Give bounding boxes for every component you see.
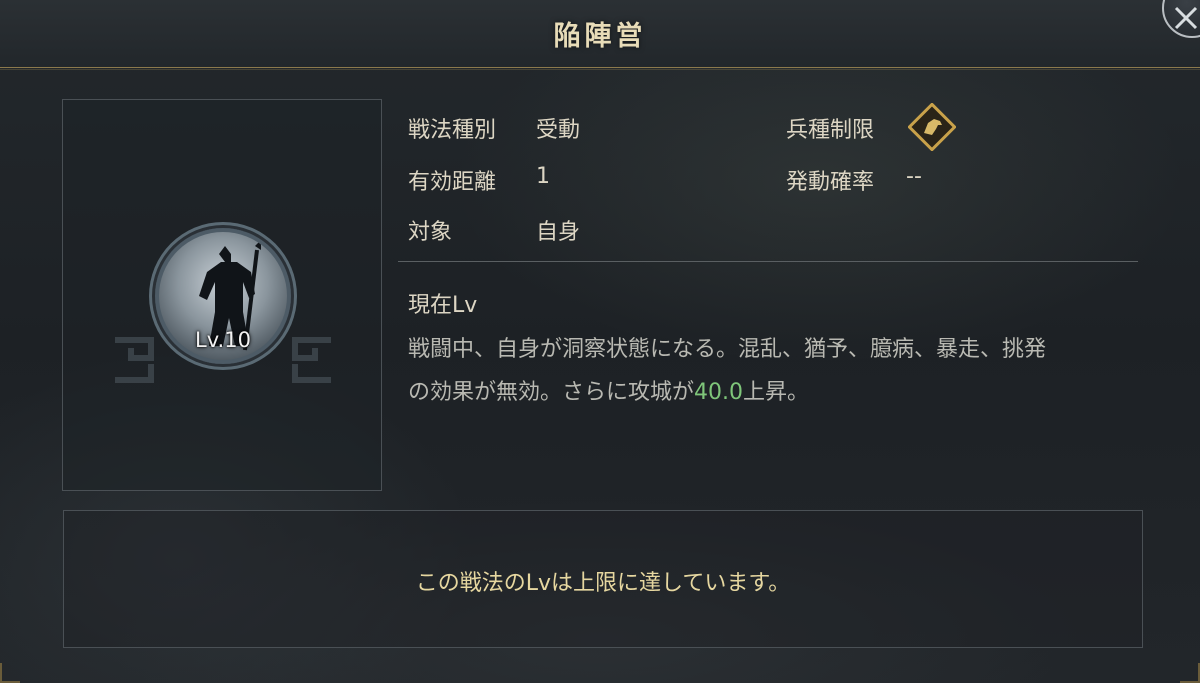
description-text-post: 上昇。	[743, 380, 810, 405]
frame-corner	[0, 663, 20, 683]
target-value: 自身	[536, 220, 581, 245]
skill-type-label: 戦法種別	[408, 118, 497, 143]
current-level-heading: 現在Lv	[408, 293, 478, 318]
target-label: 対象	[408, 220, 453, 245]
max-level-message: この戦法のLvは上限に達しています。	[415, 571, 791, 596]
skill-icon-panel: Lv.10	[62, 99, 382, 491]
title-bar: 陥陣営	[0, 0, 1200, 70]
description-line-1: 戦闘中、自身が洞察状態になる。混乱、猶予、臆病、暴走、挑発	[408, 337, 1047, 362]
divider	[398, 261, 1138, 262]
skill-portrait[interactable]: Lv.10	[155, 228, 291, 364]
level-status-panel: この戦法のLvは上限に達しています。	[63, 510, 1143, 648]
skill-level: Lv.10	[195, 328, 251, 352]
skill-type-value: 受動	[536, 118, 581, 143]
siege-bonus-value: 40.0	[694, 380, 743, 405]
troop-limit-label: 兵種制限	[786, 118, 875, 143]
range-value: 1	[536, 164, 550, 189]
activation-rate-label: 発動確率	[786, 170, 875, 195]
range-label: 有効距離	[408, 170, 497, 195]
description-line-2: の効果が無効。さらに攻城が40.0上昇。	[408, 371, 1148, 414]
description-text-pre: の効果が無効。さらに攻城が	[408, 380, 695, 405]
page-title: 陥陣営	[553, 21, 647, 52]
activation-rate-value: --	[906, 164, 922, 189]
close-icon	[1174, 6, 1198, 30]
cavalry-horse-icon[interactable]	[908, 103, 956, 151]
frame-corner	[1180, 663, 1200, 683]
skill-description: 戦闘中、自身が洞察状態になる。混乱、猶予、臆病、暴走、挑発 の効果が無効。さらに…	[408, 328, 1148, 414]
